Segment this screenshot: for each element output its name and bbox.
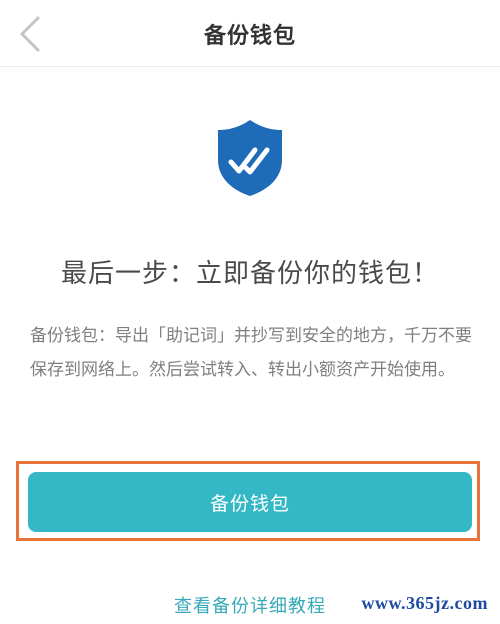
watermark: www.365jz.com: [361, 593, 488, 613]
backup-wallet-button[interactable]: 备份钱包: [28, 472, 472, 532]
page-title: 备份钱包: [203, 24, 296, 49]
backup-description: 备份钱包：导出「助记词」并抄写到安全的地方，千万不要保存到网络上。然后尝试转入、…: [30, 326, 472, 380]
headline: 最后一步：立即备份你的钱包！: [60, 259, 439, 289]
nav-bar: 备份钱包: [0, 0, 500, 67]
shield-check-icon: [218, 120, 282, 196]
